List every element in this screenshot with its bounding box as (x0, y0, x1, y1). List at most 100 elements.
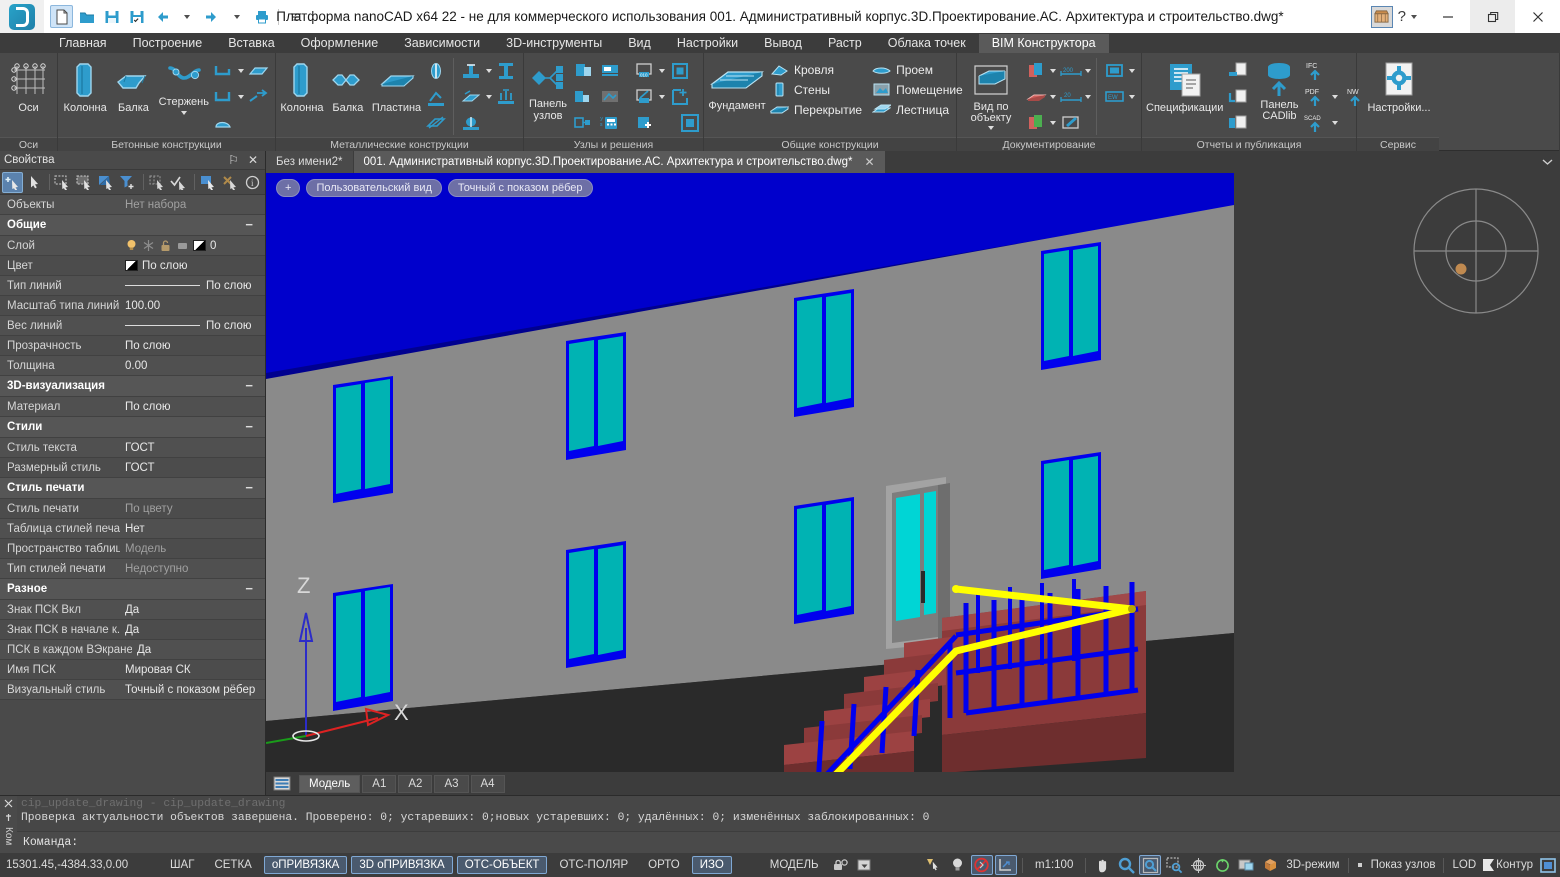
ucs-icon[interactable] (995, 855, 1017, 875)
status-toggle-ortho[interactable]: ОРТО (640, 856, 688, 874)
crossing-select-button[interactable] (75, 172, 96, 193)
property-group-styles[interactable]: Стили− (0, 417, 265, 438)
document-tab-untitled[interactable]: Без имени2* (266, 151, 353, 173)
node-edit-dropdown-icon[interactable] (659, 95, 665, 99)
settings-button[interactable]: Настройки... (1361, 56, 1437, 114)
print-button[interactable] (250, 5, 273, 28)
layout-list-icon[interactable] (270, 774, 294, 793)
layout-tab-model[interactable]: Модель (299, 775, 360, 793)
viewport-config-icon[interactable] (1537, 855, 1559, 875)
elevation-marker-button[interactable]: 200 (1058, 59, 1083, 83)
help-dropdown-icon[interactable] (1411, 15, 1417, 19)
layout-tab-a2[interactable]: A2 (398, 775, 432, 793)
similar-select-button[interactable] (148, 172, 169, 193)
property-row-ucs-icon-on[interactable]: Знак ПСК Вкл Да (0, 600, 265, 620)
node-edit-button[interactable] (632, 85, 657, 109)
steel-beam-button[interactable]: Балка (326, 56, 370, 114)
property-row-layer[interactable]: Слой 0 (0, 236, 265, 256)
collapse-icon[interactable]: − (245, 381, 265, 391)
ribbon-tab-rastr[interactable]: Растр (815, 34, 875, 53)
restore-button[interactable] (1470, 0, 1515, 33)
nodes-panel-button[interactable]: Панель узлов (528, 56, 568, 122)
steel-base-button[interactable] (459, 59, 484, 83)
frame-nest-button[interactable] (677, 111, 702, 135)
steel-column-button[interactable]: Колонна (280, 56, 324, 114)
node-link-button[interactable] (570, 111, 595, 135)
steel-base-dropdown-icon[interactable] (486, 69, 492, 73)
property-row-text-style[interactable]: Стиль текста ГОСТ (0, 438, 265, 458)
pin-icon[interactable]: ⚐ (228, 154, 239, 166)
status-toggle-3dosnap[interactable]: 3D оПРИВЯЗКА (351, 856, 452, 874)
status-toggle-otrack[interactable]: ОТС-ОБЪЕКТ (457, 856, 548, 874)
concrete-beam-button[interactable]: Балка (110, 56, 156, 114)
viewport-view-label[interactable]: Пользовательский вид (306, 179, 441, 197)
ribbon-tab-3d-instrumenty[interactable]: 3D-инструменты (493, 34, 615, 53)
export-part-button[interactable] (1225, 85, 1250, 109)
property-row-plot-style-type[interactable]: Тип стилей печати Недоступно (0, 559, 265, 579)
rebar-u-shape-button[interactable] (211, 85, 236, 109)
property-row-plot-table-space[interactable]: Пространство таблиц... Модель (0, 539, 265, 559)
redo-button[interactable] (200, 5, 223, 28)
plan-view-dropdown-icon[interactable] (1050, 121, 1056, 125)
ribbon-tab-nastroyki[interactable]: Настройки (664, 34, 751, 53)
object-view-dropdown-icon[interactable] (988, 126, 994, 130)
collapse-icon[interactable]: − (245, 422, 265, 432)
object-view-button[interactable]: Вид по объекту (961, 56, 1021, 130)
level-dropdown-icon[interactable] (1050, 95, 1056, 99)
window-select-button[interactable] (53, 172, 74, 193)
isolate-select-button[interactable] (199, 172, 220, 193)
steel-plate-button[interactable]: Пластина (372, 56, 421, 114)
property-row-ucs-icon-origin[interactable]: Знак ПСК в начале к... Да (0, 620, 265, 640)
elevation-dropdown-icon[interactable] (1085, 69, 1091, 73)
quick-select-button[interactable] (97, 172, 118, 193)
status-toggle-iso[interactable]: ИЗО (692, 856, 732, 874)
free-orbit-icon[interactable] (1211, 855, 1233, 875)
collapse-icon[interactable]: − (245, 483, 265, 493)
viewport-menu-button[interactable]: + (276, 179, 300, 197)
status-toggle-snap[interactable]: ШАГ (162, 856, 202, 874)
pdf-export-dropdown-icon[interactable] (1332, 95, 1338, 99)
open-file-button[interactable] (75, 5, 98, 28)
roof-button[interactable]: Кровля (768, 60, 868, 79)
close-tab-icon[interactable]: ✕ (864, 155, 874, 169)
rebar-cap-button[interactable] (211, 111, 236, 135)
node-mark-button[interactable] (597, 85, 622, 109)
node-insert-button[interactable] (570, 85, 595, 109)
i-beam-button[interactable] (494, 59, 519, 83)
lightbulb-icon[interactable] (947, 855, 969, 875)
clear-select-button[interactable] (221, 172, 242, 193)
status-toggle-polar[interactable]: ОТС-ПОЛЯР (551, 856, 636, 874)
coordinate-readout[interactable]: 15301.45,-4384.33,0.00 (0, 859, 160, 871)
viewport-style-label[interactable]: Точный с показом рёбер (448, 179, 593, 197)
lock-ui-icon[interactable] (830, 855, 852, 875)
viewport-button[interactable] (1102, 59, 1127, 83)
ribbon-tab-oblaka-tochek[interactable]: Облака точек (875, 34, 979, 53)
document-tab-active[interactable]: 001. Административный корпус.3D.Проектир… (354, 151, 885, 173)
annotate-button[interactable] (1058, 111, 1083, 135)
steel-slope-button[interactable] (459, 85, 484, 109)
zoom-extents-icon[interactable] (1163, 855, 1185, 875)
drawing-viewport[interactable]: Z X + Пользовательский вид Точный с пока… (266, 173, 1560, 772)
command-input[interactable]: Команда: (17, 831, 1560, 853)
add-to-selection-button[interactable] (2, 172, 23, 193)
level-view-button[interactable] (1023, 85, 1048, 109)
steel-anchor-button[interactable] (494, 85, 519, 109)
walls-button[interactable]: Стены (768, 80, 868, 99)
status-space-label[interactable]: МОДЕЛЬ (762, 856, 827, 874)
undo-dropdown-button[interactable] (175, 5, 198, 28)
close-button[interactable] (1515, 0, 1560, 33)
specifications-button[interactable]: Спецификации (1146, 56, 1223, 114)
property-group-misc[interactable]: Разное− (0, 579, 265, 600)
confirm-select-button[interactable] (170, 172, 191, 193)
concrete-column-button[interactable]: Колонна (62, 56, 108, 114)
pin-icon[interactable] (4, 813, 13, 822)
plan-view-button[interactable] (1023, 111, 1048, 135)
3d-mode-label[interactable]: 3D-режим (1282, 859, 1343, 871)
property-row-material[interactable]: Материал По слою (0, 397, 265, 417)
export-table-button[interactable] (1225, 59, 1250, 83)
plate-button[interactable] (246, 59, 271, 83)
rebar-tool-button[interactable] (246, 85, 271, 109)
marketplace-icon[interactable] (1371, 6, 1393, 28)
property-row-plot-style-table[interactable]: Таблица стилей печати Нет (0, 519, 265, 539)
layout-tab-a3[interactable]: A3 (434, 775, 468, 793)
